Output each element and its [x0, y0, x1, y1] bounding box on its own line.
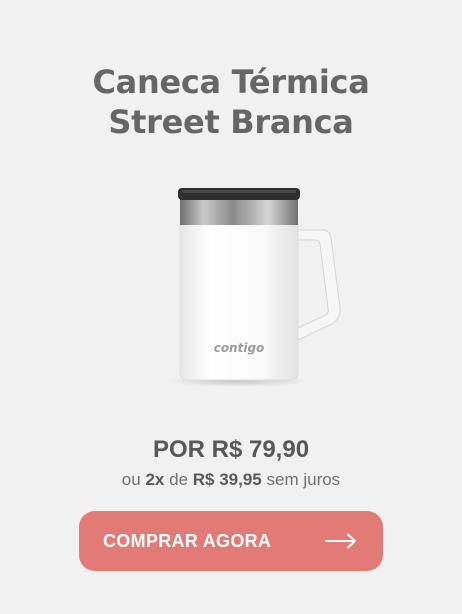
installments-text: ou 2x de R$ 39,95 sem juros	[0, 469, 462, 491]
buy-now-button[interactable]: COMPRAR AGORA	[79, 511, 383, 571]
price: POR R$ 79,90	[152, 436, 310, 463]
installments-prefix: ou	[121, 470, 141, 489]
arrow-right-icon	[325, 533, 356, 549]
product-image: contigo	[168, 188, 341, 387]
installments-count: 2x	[145, 470, 165, 489]
mug-lid	[178, 188, 300, 200]
mug-handle	[297, 229, 341, 341]
mug-body	[179, 222, 299, 381]
installments-suffix: sem juros	[266, 470, 341, 489]
product-title-line-1: Caneca Térmica	[92, 63, 370, 101]
mug-steel-rim	[180, 198, 298, 225]
product-card: Caneca Térmica Street Branca contigo POR…	[0, 0, 462, 614]
brand-logo: contigo	[214, 341, 265, 355]
installments-mid: de	[169, 470, 189, 489]
buy-now-label: COMPRAR AGORA	[103, 530, 272, 551]
product-title-line-2: Street Branca	[108, 103, 354, 141]
installments-value: R$ 39,95	[192, 470, 262, 489]
product-title: Caneca Térmica Street Branca	[0, 62, 462, 142]
